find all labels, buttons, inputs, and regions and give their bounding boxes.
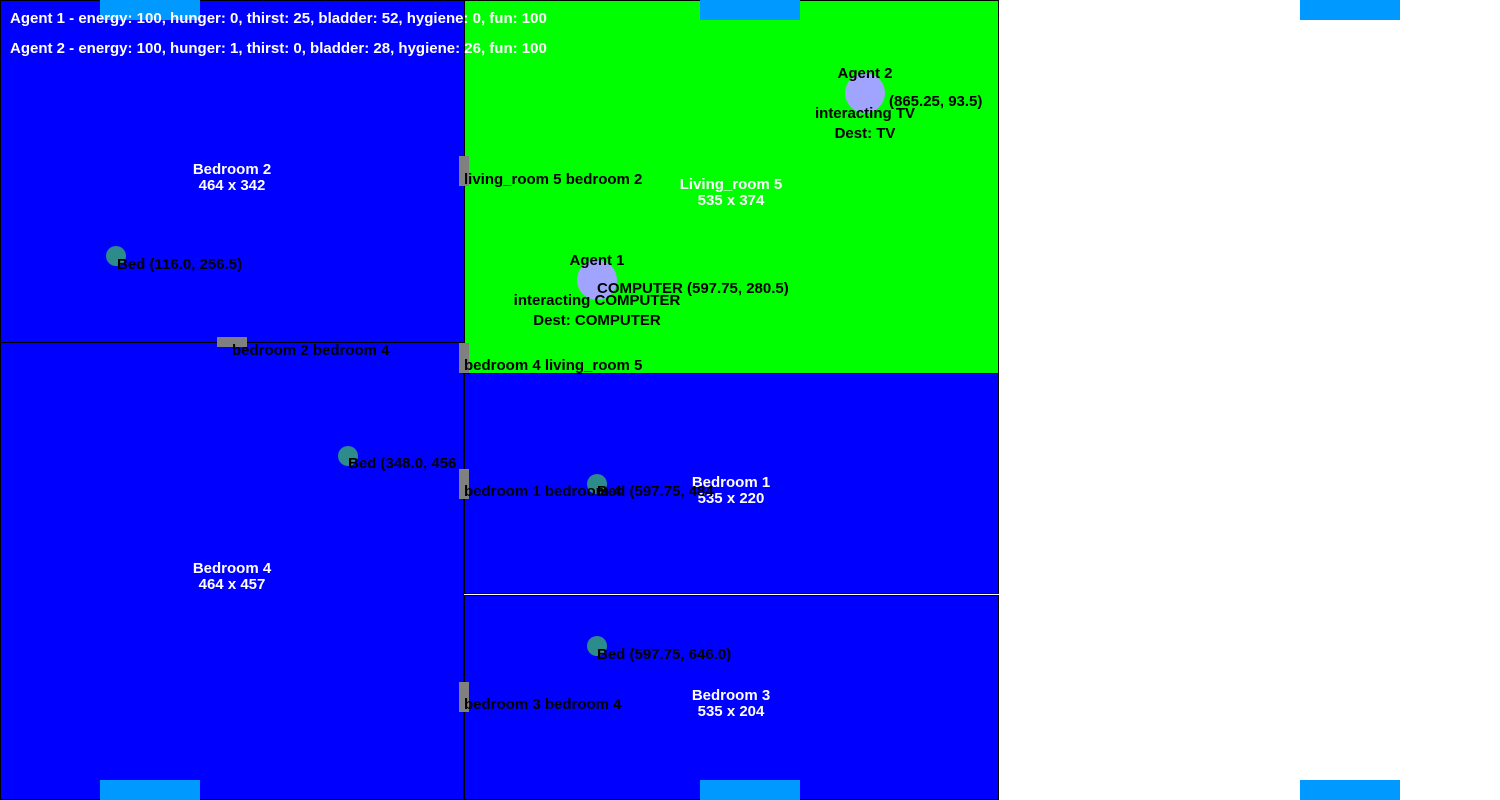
room-size: 535 x 204 [697, 703, 765, 720]
room-label-bedroom-3: Bedroom 3 535 x 204 [661, 688, 801, 720]
window-marker-top-center [700, 0, 800, 20]
door-label-bedroom-2-bedroom-4: bedroom 2 bedroom 4 [232, 342, 390, 359]
agent-2-dest: Dest: TV [834, 125, 896, 142]
room-size: 535 x 374 [697, 192, 765, 209]
bed-label-bedroom-2: Bed (116.0, 256.5) [117, 256, 243, 273]
agent-2-stats: Agent 2 - energy: 100, hunger: 1, thirst… [10, 40, 547, 57]
room-label-bedroom-4: Bedroom 4 464 x 457 [162, 561, 302, 593]
bed-label-bedroom-3: Bed (597.75, 646.0) [597, 646, 732, 663]
window-marker-top-right [1300, 0, 1400, 20]
window-marker-bottom-right [1300, 780, 1400, 800]
door-label-bedroom-4-living-room-5: bedroom 4 living_room 5 [464, 357, 643, 374]
agent-2-name: Agent 2 [837, 65, 893, 82]
window-marker-bottom-center [700, 780, 800, 800]
room-label-living-room-5: Living_room 5 535 x 374 [661, 177, 801, 209]
room-name: Living_room 5 [679, 176, 783, 193]
room-size: 464 x 342 [198, 177, 266, 194]
room-name: Bedroom 4 [192, 560, 272, 577]
agent-1-stats: Agent 1 - energy: 100, hunger: 0, thirst… [10, 10, 547, 27]
room-name: Bedroom 2 [192, 161, 272, 178]
room-size: 464 x 457 [198, 576, 266, 593]
agent-1-state: interacting COMPUTER [513, 292, 681, 309]
agent-1-name: Agent 1 [569, 252, 625, 269]
door-label-bedroom-3-bedroom-4: bedroom 3 bedroom 4 [464, 696, 622, 713]
bed-label-bedroom-4: Bed (348.0, 456 [348, 455, 457, 472]
window-marker-bottom-left [100, 780, 200, 800]
bed-label-bedroom-1: Bed (597.75, 484 [597, 483, 714, 500]
agent-2-state: interacting TV [814, 105, 915, 122]
agent-1-dest: Dest: COMPUTER [533, 312, 661, 329]
room-label-bedroom-2: Bedroom 2 464 x 342 [162, 162, 302, 194]
room-name: Bedroom 3 [691, 687, 771, 704]
door-label-living-room-5-bedroom-2: living_room 5 bedroom 2 [464, 171, 643, 188]
